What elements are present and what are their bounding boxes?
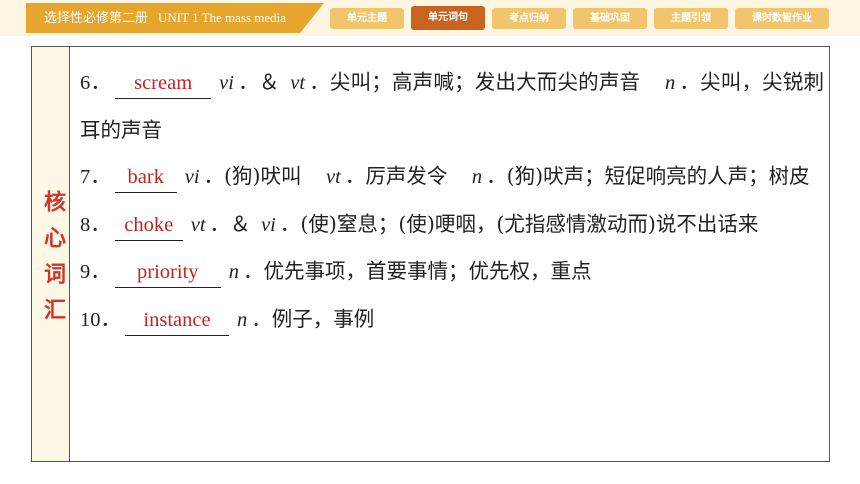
- tab-homework[interactable]: 课时数智作业: [735, 8, 829, 29]
- answer-blank: choke: [114, 209, 183, 241]
- entry-definition: n ．例子，事例: [237, 306, 375, 331]
- book-title: 选择性必修第二册: [44, 10, 149, 25]
- entry-number: 10．: [80, 308, 121, 331]
- vocab-entry-10: 10． instance n ．例子，事例: [80, 296, 824, 344]
- answer-blank: priority: [114, 256, 221, 288]
- entry-definition: vi ．＆ vt ．尖叫；高声喊；发出大而尖的声音: [219, 70, 641, 94]
- tab-unit-theme[interactable]: 单元主题: [330, 8, 404, 29]
- section-label: 核心词汇: [40, 190, 65, 334]
- entry-definition: vt ．＆ vi ．(使)窒息；(使)哽咽，(尤指感情激动而)说不出话来: [190, 211, 759, 236]
- vocab-entry-8: 8． choke vt ．＆ vi ．(使)窒息；(使)哽咽，(尤指感情激动而)说不出话…: [80, 201, 824, 249]
- vocab-entry-6: 6． scream vi ．＆ vt ．尖叫；高声喊；发出大而尖的声音 n ．尖叫，尖锐刺…: [80, 59, 824, 153]
- answer-word: instance: [143, 308, 211, 331]
- entry-number: 8．: [80, 213, 111, 236]
- entry-number: 6．: [80, 72, 112, 94]
- tab-unit-vocabulary[interactable]: 单元词句: [411, 6, 485, 30]
- answer-word: choke: [124, 213, 174, 236]
- vocab-entry-9: 9． priority n ．优先事项，首要事情；优先权，重点: [80, 248, 824, 296]
- answer-word: scream: [134, 72, 193, 94]
- answer-blank: bark: [114, 161, 177, 193]
- entry-definition: n ．优先事项，首要事情；优先权，重点: [228, 259, 592, 283]
- vocab-entry-7: 7． bark vi ．(狗)吠叫 vt ．厉声发令 n ．(狗)吠声；短促响亮的人声；树…: [80, 153, 824, 201]
- answer-blank: instance: [125, 304, 229, 336]
- tab-basic-practice[interactable]: 基础巩固: [573, 8, 647, 29]
- answer-word: bark: [127, 166, 164, 188]
- header-bar: 选择性必修第二册 UNIT 1 The mass media 单元主题 单元词句 …: [0, 0, 860, 36]
- entry-number: 7．: [80, 166, 111, 188]
- vocabulary-list: 6． scream vi ．＆ vt ．尖叫；高声喊；发出大而尖的声音 n ．尖叫，尖锐刺…: [80, 59, 824, 343]
- answer-blank: scream: [115, 67, 212, 99]
- tab-theme-guide[interactable]: 主题引领: [654, 8, 728, 29]
- entry-number: 9．: [80, 261, 111, 283]
- vocabulary-box: 核心词汇 6． scream vi ．＆ vt ．尖叫；高声喊；发出大而尖的声音 n ．尖…: [31, 46, 830, 462]
- section-sidebar: 核心词汇: [32, 47, 70, 461]
- entry-definition: vi ．(狗)吠叫: [184, 164, 302, 188]
- tab-key-points[interactable]: 考点归纳: [492, 8, 566, 29]
- unit-title: UNIT 1 The mass media: [158, 10, 287, 25]
- answer-word: priority: [137, 261, 199, 283]
- entry-definition-2: vt ．厉声发令: [326, 164, 448, 188]
- entry-definition-3: n ．(狗)吠声；短促响亮的人声；树皮: [471, 164, 810, 188]
- book-title-banner: 选择性必修第二册 UNIT 1 The mass media: [26, 3, 324, 33]
